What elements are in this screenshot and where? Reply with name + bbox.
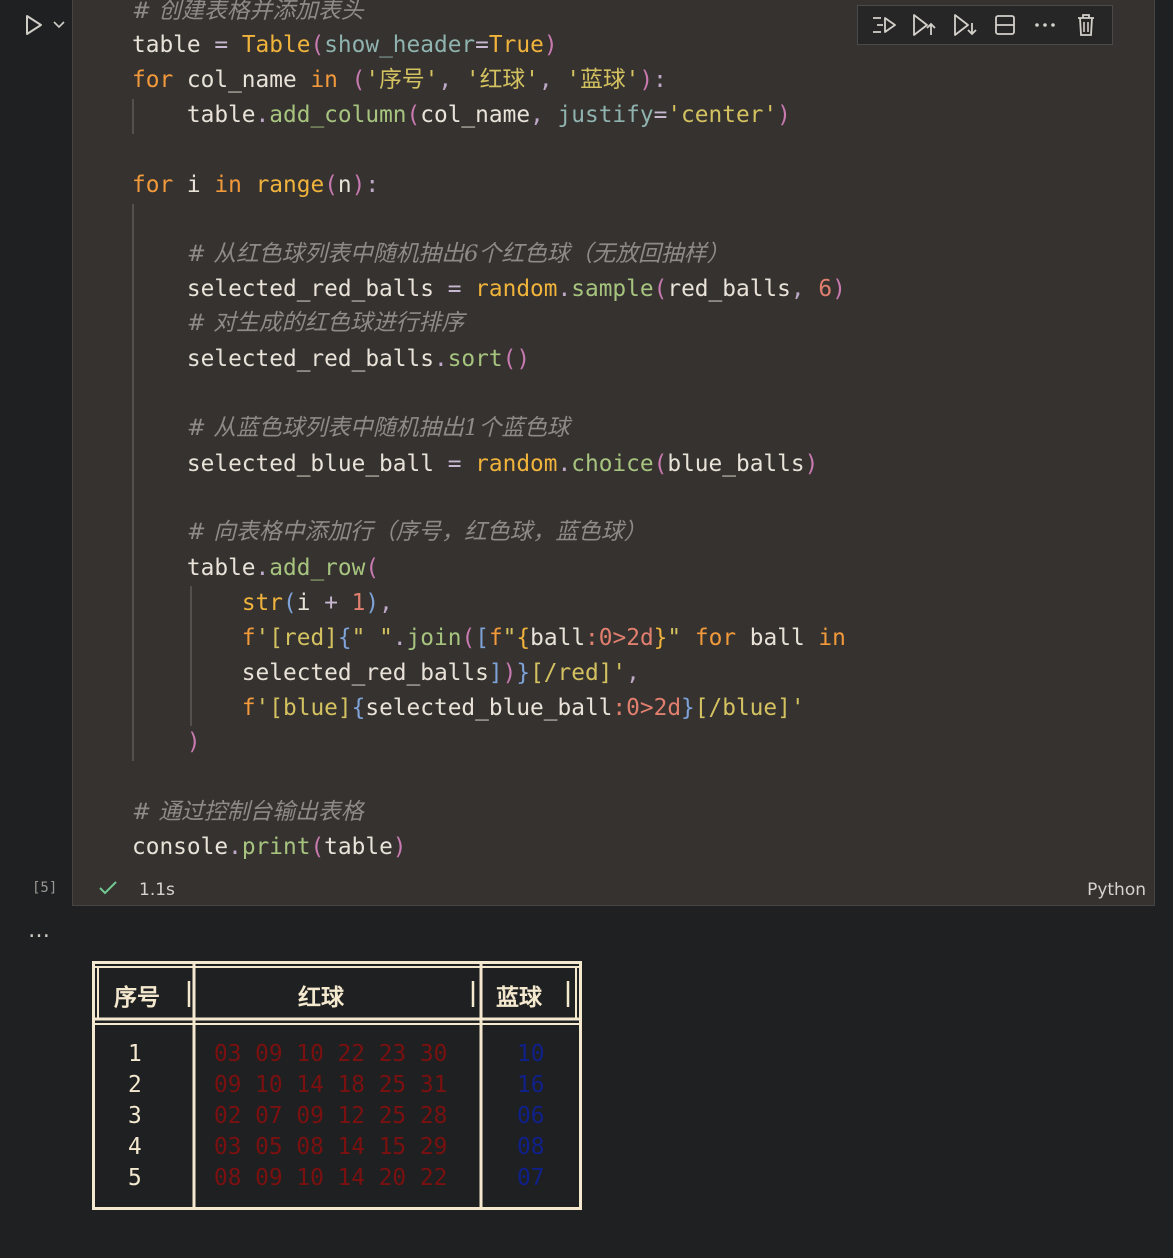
code-line: for col_name in ('序号', '红球', '蓝球'): — [132, 67, 667, 93]
column-header: 红球 — [298, 984, 344, 1011]
code-line: ) — [186, 729, 201, 755]
row-index: 1 — [128, 1041, 142, 1067]
code-line: table = Table(show_header=True) — [132, 32, 558, 58]
blue-ball: 10 — [517, 1041, 545, 1067]
code-line: selected_red_balls.sort() — [132, 346, 531, 372]
execution-time: 1.1s — [139, 880, 175, 900]
execute-above-icon[interactable] — [910, 11, 938, 39]
blue-ball: 16 — [517, 1072, 545, 1098]
delete-icon[interactable] — [1072, 11, 1100, 39]
code-line: table.add_column(col_name, justify='cent… — [132, 102, 791, 128]
red-balls: 03 05 08 14 15 29 — [214, 1134, 448, 1160]
code-line: # 通过控制台输出表格 — [132, 799, 364, 825]
code-line: selected_red_balls = random.sample(red_b… — [132, 276, 846, 302]
red-balls: 02 07 09 12 25 28 — [214, 1103, 448, 1129]
run-cell-icon[interactable] — [22, 14, 44, 36]
code-line: # 从蓝色球列表中随机抽出1个蓝色球 — [186, 415, 570, 441]
code-line: console.print(table) — [132, 834, 407, 860]
code-line: # 对生成的红色球进行排序 — [186, 310, 465, 336]
execute-below-icon[interactable] — [951, 11, 979, 39]
chevron-down-icon[interactable] — [52, 16, 66, 34]
blue-ball: 07 — [517, 1165, 545, 1191]
output-menu-icon[interactable]: … — [28, 918, 51, 943]
blue-ball: 06 — [517, 1103, 545, 1129]
column-header: 蓝球 — [496, 984, 542, 1011]
code-line: selected_blue_ball = random.choice(blue_… — [132, 451, 819, 477]
execution-count: [5] — [32, 880, 58, 896]
row-index: 4 — [128, 1134, 142, 1160]
red-balls: 09 10 14 18 25 31 — [214, 1072, 448, 1098]
code-line: for i in range(n): — [132, 172, 380, 198]
more-actions-icon[interactable] — [1031, 11, 1059, 39]
run-by-line-icon[interactable] — [870, 11, 898, 39]
code-line: selected_red_balls])}[/red]', — [132, 660, 640, 686]
code-line: # 从红色球列表中随机抽出6个红色球（无放回抽样） — [186, 241, 730, 267]
code-line: # 创建表格并添加表头 — [132, 0, 364, 24]
code-line: f'[blue]{selected_blue_ball:0>2d}[/blue]… — [241, 695, 805, 721]
code-line: str(i + 1), — [241, 590, 393, 616]
row-index: 3 — [128, 1103, 142, 1129]
red-balls: 03 09 10 22 23 30 — [214, 1041, 448, 1067]
split-cell-icon[interactable] — [991, 11, 1019, 39]
row-index: 2 — [128, 1072, 142, 1098]
language-selector[interactable]: Python — [1087, 880, 1146, 900]
cell-toolbar — [857, 5, 1113, 45]
code-line: table.add_row( — [132, 555, 380, 581]
blue-ball: 08 — [517, 1134, 545, 1160]
column-header: 序号 — [114, 984, 160, 1011]
row-index: 5 — [128, 1165, 142, 1191]
red-balls: 08 09 10 14 20 22 — [214, 1165, 448, 1191]
code-line: # 向表格中添加行（序号，红色球，蓝色球） — [186, 519, 647, 545]
notebook-view: # 创建表格并添加表头 table = Table(show_header=Tr… — [0, 0, 1173, 1258]
code-line: f'[red]{" ".join([f"{ball:0>2d}" for bal… — [241, 625, 846, 651]
success-check-icon — [99, 881, 117, 895]
